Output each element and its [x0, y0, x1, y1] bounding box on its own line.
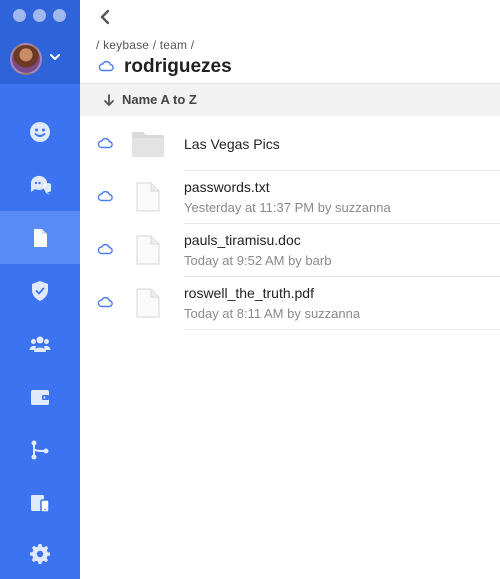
document-icon	[136, 235, 160, 265]
sidebar-item-wallet[interactable]	[0, 370, 80, 423]
cloud-icon	[97, 243, 113, 255]
gear-icon	[30, 543, 50, 564]
window-close-button[interactable]	[13, 9, 26, 22]
document-icon	[136, 288, 160, 318]
cloud-icon	[97, 296, 113, 308]
sidebar-item-chat[interactable]	[0, 105, 80, 158]
window-maximize-button[interactable]	[53, 9, 66, 22]
sidebar-item-devices[interactable]	[0, 476, 80, 529]
list-item-file[interactable]: pauls_tiramisu.doc Today at 9:52 AM by b…	[80, 224, 500, 277]
devices-icon	[31, 494, 50, 513]
chat-bubbles-icon	[30, 175, 51, 195]
avatar[interactable]	[10, 43, 42, 75]
shield-check-icon	[32, 280, 48, 301]
list-item-file[interactable]: roswell_the_truth.pdf Today at 8:11 AM b…	[80, 277, 500, 330]
folder-icon	[132, 132, 164, 157]
sidebar	[0, 0, 80, 579]
file-meta: Today at 8:11 AM by suzzanna	[184, 306, 361, 321]
page-title: rodriguezes	[124, 56, 232, 77]
sidebar-item-people[interactable]	[0, 317, 80, 370]
cloud-icon	[97, 137, 113, 149]
arrow-down-icon	[104, 94, 114, 106]
list-item-folder[interactable]: Las Vegas Pics	[80, 118, 500, 171]
file-name[interactable]: passwords.txt	[184, 179, 270, 195]
git-branch-icon	[31, 440, 49, 459]
sort-label[interactable]: Name A to Z	[122, 92, 197, 107]
cloud-icon	[98, 60, 114, 72]
list-item-file[interactable]: passwords.txt Yesterday at 11:37 PM by s…	[80, 171, 500, 224]
window-minimize-button[interactable]	[33, 9, 46, 22]
file-meta: Yesterday at 11:37 PM by suzzanna	[184, 200, 391, 215]
sidebar-item-git[interactable]	[0, 423, 80, 476]
sidebar-item-crypto[interactable]	[0, 264, 80, 317]
sidebar-item-settings[interactable]	[0, 527, 80, 579]
file-name[interactable]: Las Vegas Pics	[184, 136, 280, 152]
people-icon	[29, 336, 51, 352]
chevron-down-icon[interactable]	[48, 50, 62, 64]
smiley-icon	[30, 121, 50, 142]
sidebar-item-team-chat[interactable]	[0, 158, 80, 211]
file-name[interactable]: pauls_tiramisu.doc	[184, 232, 301, 248]
document-icon	[136, 182, 160, 212]
sidebar-item-files[interactable]	[0, 211, 80, 264]
file-meta: Today at 9:52 AM by barb	[184, 253, 332, 268]
file-name[interactable]: roswell_the_truth.pdf	[184, 285, 314, 301]
row-divider	[184, 329, 500, 330]
back-icon[interactable]	[98, 8, 112, 26]
wallet-icon	[31, 389, 49, 405]
file-icon	[34, 228, 47, 247]
cloud-icon	[97, 190, 113, 202]
breadcrumb[interactable]: / keybase / team /	[96, 38, 194, 52]
